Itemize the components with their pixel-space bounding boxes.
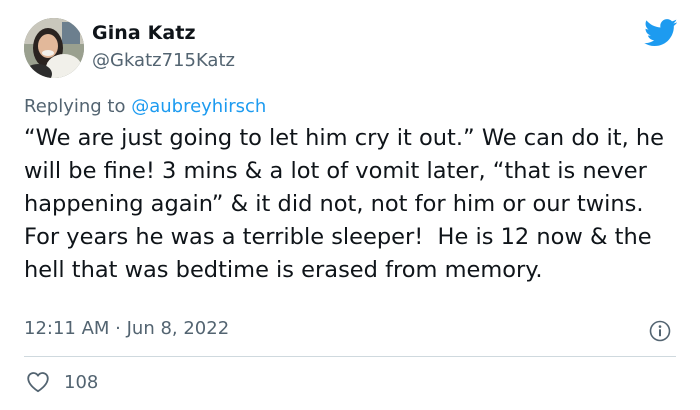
- reply-prefix: Replying to: [24, 96, 132, 117]
- reply-context: Replying to @aubreyhirsch: [24, 96, 266, 117]
- author-handle[interactable]: @Gkatz715Katz: [92, 50, 235, 71]
- tweet-card: Gina Katz @Gkatz715Katz Replying to @aub…: [0, 0, 700, 410]
- heart-icon: [27, 372, 49, 393]
- like-button[interactable]: 108: [26, 371, 98, 393]
- reply-mention-link[interactable]: @aubreyhirsch: [131, 96, 266, 117]
- avatar-photo: [24, 18, 84, 78]
- info-icon[interactable]: [649, 320, 671, 342]
- author-name[interactable]: Gina Katz: [92, 22, 196, 44]
- like-count: 108: [64, 371, 99, 393]
- tweet-timestamp[interactable]: 12:11 AM · Jun 8, 2022: [24, 318, 229, 339]
- twitter-bird-icon[interactable]: [644, 19, 678, 47]
- tweet-text: “We are just going to let him cry it out…: [24, 125, 672, 283]
- divider: [24, 356, 676, 357]
- author-avatar[interactable]: [24, 18, 84, 78]
